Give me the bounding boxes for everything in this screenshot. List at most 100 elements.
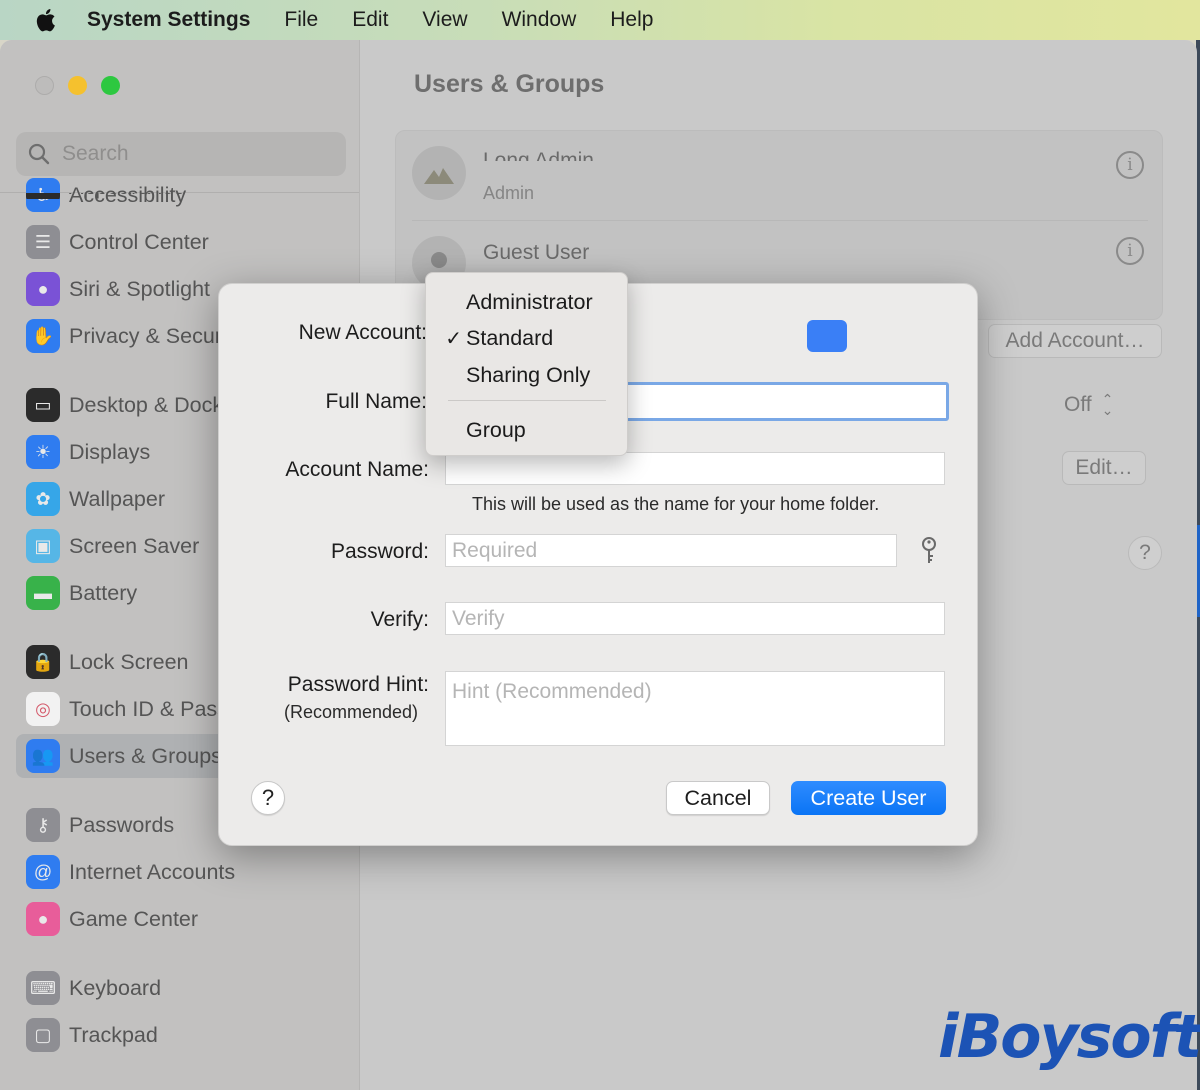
sidebar-item-keyboard[interactable]: ⌨ Keyboard: [16, 966, 346, 1010]
menu-item-label: Standard: [466, 325, 554, 350]
zoom-button[interactable]: [101, 76, 120, 95]
menu-item-group[interactable]: Group: [426, 412, 629, 448]
user-role: Admin: [483, 183, 535, 203]
help-button[interactable]: ?: [1128, 536, 1162, 570]
hint-placeholder: Hint (Recommended): [452, 680, 652, 703]
page-title: Users & Groups: [414, 70, 605, 98]
siri-icon: ●: [26, 272, 60, 306]
sidebar-item-label: Lock Screen: [69, 649, 189, 674]
sidebar-item-label: Keyboard: [69, 975, 162, 1000]
menu-window[interactable]: Window: [502, 8, 577, 32]
sidebar-item-label: Users & Groups: [69, 743, 222, 768]
sidebar-item-label: Screen Saver: [69, 533, 200, 558]
sidebar-item-appearance-inner: Appearance: [16, 193, 346, 199]
menu-item-label: Sharing Only: [466, 362, 591, 387]
sidebar-item-label: Appearance: [69, 193, 185, 199]
cancel-button[interactable]: Cancel: [666, 781, 770, 815]
appearance-icon: [26, 193, 60, 199]
menu-item-sharing-only[interactable]: Sharing Only: [426, 357, 629, 393]
control-center-icon: ☰: [26, 225, 60, 259]
menu-item-label: Group: [466, 417, 526, 442]
flower-icon: ✿: [26, 482, 60, 516]
info-icon[interactable]: i: [1116, 237, 1144, 265]
password-hint-sub: (Recommended): [284, 702, 419, 722]
sidebar-item-control-center[interactable]: ☰ Control Center: [16, 220, 346, 264]
search-field[interactable]: Search: [16, 132, 346, 176]
sidebar-item-label: Internet Accounts: [69, 859, 236, 884]
guest-off-popup[interactable]: Off ⌃ ⌄: [1064, 388, 1144, 422]
search-placeholder: Search: [62, 142, 129, 165]
verify-field[interactable]: Verify: [445, 602, 945, 635]
account-name-hint: This will be used as the name for your h…: [472, 494, 880, 514]
add-account-button[interactable]: Add Account…: [988, 324, 1162, 358]
menu-edit[interactable]: Edit: [352, 8, 388, 32]
sidebar-item-label: Game Center: [69, 906, 199, 931]
sidebar-item-label: Control Center: [69, 229, 209, 254]
game-center-icon: ●: [26, 902, 60, 936]
lock-icon: 🔒: [26, 645, 60, 679]
battery-icon: ▬: [26, 576, 60, 610]
trackpad-icon: ▢: [26, 1018, 60, 1052]
menu-help[interactable]: Help: [610, 8, 653, 32]
menu-view[interactable]: View: [422, 8, 467, 32]
keyboard-icon: ⌨: [26, 971, 60, 1005]
at-icon: @: [26, 855, 60, 889]
apple-icon[interactable]: [33, 7, 57, 33]
menu-file[interactable]: File: [284, 8, 318, 32]
edit-button[interactable]: Edit…: [1062, 451, 1146, 485]
sidebar-item-label: Passwords: [69, 812, 175, 837]
verify-placeholder: Verify: [452, 606, 505, 630]
sidebar-item-label: Wallpaper: [69, 486, 165, 511]
users-icon: 👥: [26, 739, 60, 773]
chevron-updown-icon: ⌃ ⌄: [1101, 390, 1114, 418]
menu-item-label: Administrator: [466, 289, 593, 314]
menu-app-name[interactable]: System Settings: [87, 8, 250, 32]
off-label: Off: [1064, 393, 1092, 416]
full-name-field[interactable]: [625, 382, 949, 421]
sidebar-item-label: Displays: [69, 439, 151, 464]
create-user-button[interactable]: Create User: [791, 781, 946, 815]
menu-bar: System Settings File Edit View Window He…: [0, 0, 1200, 40]
dialog-help-button[interactable]: ?: [251, 781, 285, 815]
menu-separator: [448, 400, 606, 401]
password-field[interactable]: Required: [445, 534, 897, 567]
key-icon[interactable]: [919, 536, 939, 566]
account-type-menu: Administrator ✓ Standard Sharing Only Gr…: [425, 272, 628, 456]
sidebar-item-appearance[interactable]: Appearance: [0, 193, 359, 199]
hand-icon: ✋: [26, 319, 60, 353]
new-account-label: New Account:: [298, 321, 427, 344]
password-placeholder: Required: [452, 538, 538, 562]
watermark-logo: iBoysoft: [938, 1002, 1200, 1072]
account-type-popup[interactable]: [807, 320, 847, 352]
menu-item-standard[interactable]: ✓ Standard: [426, 320, 629, 356]
sidebar-item-label: Trackpad: [69, 1022, 158, 1047]
user-name: Guest User: [483, 241, 590, 264]
avatar: [412, 146, 466, 200]
search-icon: [28, 143, 50, 165]
screen-saver-icon: ▣: [26, 529, 60, 563]
info-icon[interactable]: i: [1116, 151, 1144, 179]
password-hint-field[interactable]: Hint (Recommended): [445, 671, 945, 746]
user-row[interactable]: Long Admin Admin i: [396, 131, 1164, 217]
checkmark-icon: ✓: [445, 327, 462, 350]
close-button[interactable]: [35, 76, 54, 95]
menu-item-administrator[interactable]: Administrator: [426, 284, 629, 320]
sidebar-item-label: Desktop & Dock: [69, 392, 224, 417]
sidebar-item-label: Siri & Spotlight: [69, 276, 211, 301]
key-icon: ⚷: [26, 808, 60, 842]
verify-label: Verify:: [370, 608, 429, 631]
account-name-label: Account Name:: [285, 458, 429, 481]
sidebar-item-label: Battery: [69, 580, 138, 605]
password-label: Password:: [330, 540, 429, 563]
sidebar-item-internet-accounts[interactable]: @ Internet Accounts: [16, 850, 346, 894]
mountain-icon: [424, 168, 454, 184]
dock-icon: ▭: [26, 388, 60, 422]
fingerprint-icon: ◎: [26, 692, 60, 726]
account-name-field[interactable]: [445, 452, 945, 485]
sidebar-item-trackpad[interactable]: ▢ Trackpad: [16, 1013, 346, 1057]
sidebar-item-game-center[interactable]: ● Game Center: [16, 897, 346, 941]
password-hint-label: Password Hint:: [287, 673, 429, 696]
minimize-button[interactable]: [68, 76, 87, 95]
sun-icon: ☀: [26, 435, 60, 469]
full-name-label: Full Name:: [325, 390, 427, 413]
